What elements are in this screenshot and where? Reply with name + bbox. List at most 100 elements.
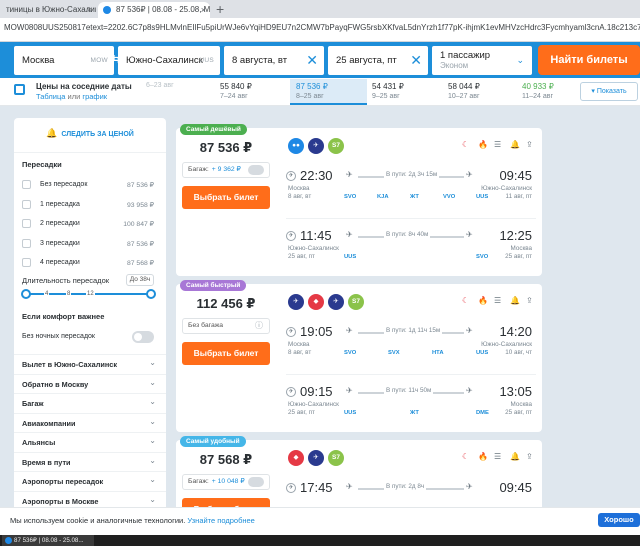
slider-handle-max[interactable] bbox=[146, 289, 156, 299]
bell-icon[interactable]: 🔔 bbox=[510, 140, 520, 149]
filter-section-title: Время в пути bbox=[22, 457, 71, 467]
baggage-label: Багаж: bbox=[188, 166, 209, 173]
origin-field[interactable]: Москва MOW bbox=[14, 46, 114, 75]
taskbar-item[interactable]: 87 536₽ | 08.08 - 25.08... bbox=[2, 535, 94, 546]
choose-ticket-button[interactable]: Выбрать билет bbox=[182, 342, 270, 365]
choose-ticket-button[interactable]: Выбрать билет bbox=[182, 186, 270, 209]
depart-date-field[interactable]: 8 августа, вт ✕ bbox=[224, 46, 324, 75]
date-option[interactable]: 58 044 ₽ 10–27 авг bbox=[442, 79, 519, 105]
moon-icon[interactable]: ☾ bbox=[462, 296, 469, 305]
clear-icon[interactable]: ✕ bbox=[306, 52, 318, 69]
no-night-stops-toggle[interactable] bbox=[132, 331, 154, 343]
date-price: 58 044 ₽ bbox=[448, 82, 480, 91]
cookie-ok-button[interactable]: Хорошо bbox=[598, 513, 640, 527]
list-icon[interactable]: ☰ bbox=[494, 140, 501, 149]
date-range: 7–24 авг bbox=[220, 93, 248, 100]
browser-tab-1[interactable]: тиницы в Южно-Сахалинск× bbox=[0, 2, 96, 18]
filter-section[interactable]: Аэропорты в Москве ⌄ bbox=[14, 490, 166, 509]
browser-tab-active[interactable]: 87 536₽ | 08.08 - 25.08, MOW× bbox=[98, 2, 210, 18]
takeoff-icon: ✈ bbox=[346, 326, 353, 335]
share-icon[interactable]: ⇪ bbox=[526, 452, 533, 461]
new-tab-button[interactable]: + bbox=[216, 1, 224, 17]
subscribe-price-button[interactable]: 🔔 СЛЕДИТЬ ЗА ЦЕНОЙ bbox=[24, 122, 156, 144]
baggage-option[interactable]: Багаж: + 9 362 ₽ bbox=[182, 162, 270, 178]
date-option[interactable]: 6–23 авг bbox=[140, 79, 217, 105]
departure-date: 8 авг, вт bbox=[288, 349, 312, 356]
stops-label: 1 пересадка bbox=[40, 200, 80, 208]
browser-tabstrip bbox=[0, 0, 640, 18]
date-range: 6–23 авг bbox=[146, 82, 174, 89]
flame-icon[interactable]: 🔥 bbox=[478, 452, 488, 461]
stops-checkbox[interactable] bbox=[22, 219, 31, 228]
flame-icon[interactable]: 🔥 bbox=[478, 140, 488, 149]
nearby-dates-title: Цены на соседние даты bbox=[36, 82, 132, 91]
tab-title: 87 536₽ | 08.08 - 25.08, MOW bbox=[116, 5, 210, 14]
close-tab-icon[interactable]: × bbox=[87, 2, 92, 18]
baggage-option[interactable]: Багаж: + 10 048 ₽ bbox=[182, 474, 270, 490]
departure-date: 25 авг, пт bbox=[288, 253, 315, 260]
filter-section[interactable]: Авиакомпании ⌄ bbox=[14, 412, 166, 431]
destination-value: Южно-Сахалинск bbox=[126, 55, 203, 66]
airport-code: SVX bbox=[388, 350, 400, 356]
find-tickets-button[interactable]: Найти билеты bbox=[538, 45, 640, 75]
slider-handle-min[interactable] bbox=[21, 289, 31, 299]
bell-icon[interactable]: 🔔 bbox=[510, 452, 520, 461]
stops-price: 87 536 ₽ bbox=[126, 240, 154, 248]
flight-duration: В пути: 2д 8ч bbox=[384, 483, 427, 490]
baggage-toggle[interactable] bbox=[248, 165, 264, 175]
stops-checkbox[interactable] bbox=[22, 199, 31, 209]
moon-icon[interactable]: ☾ bbox=[462, 452, 469, 461]
return-date-field[interactable]: 25 августа, пт ✕ bbox=[328, 46, 428, 75]
moon-icon[interactable]: ☾ bbox=[462, 140, 469, 149]
share-icon[interactable]: ⇪ bbox=[526, 296, 533, 305]
chevron-down-icon: ⌄ bbox=[149, 397, 156, 406]
table-link[interactable]: Таблица bbox=[36, 92, 65, 101]
show-dates-button[interactable]: ▾ Показать bbox=[580, 82, 638, 101]
stops-checkbox[interactable] bbox=[22, 258, 31, 267]
stops-checkbox[interactable] bbox=[22, 180, 31, 189]
list-icon[interactable]: ☰ bbox=[494, 452, 501, 461]
airport-code: SVO bbox=[476, 254, 489, 260]
stops-checkbox[interactable] bbox=[22, 238, 31, 248]
close-tab-icon[interactable]: × bbox=[201, 2, 206, 18]
clear-icon[interactable]: ✕ bbox=[410, 52, 422, 69]
chevron-down-icon: ⌄ bbox=[149, 455, 156, 465]
passengers-field[interactable]: 1 пассажир Эконом ⌄ bbox=[432, 46, 532, 75]
chevron-down-icon: ⌄ bbox=[149, 416, 156, 426]
bell-icon[interactable]: 🔔 bbox=[510, 296, 520, 305]
stops-label: 4 пересадки bbox=[40, 259, 80, 266]
filter-section[interactable]: Время в пути ⌄ bbox=[14, 451, 166, 470]
filter-section[interactable]: Багаж ⌄ bbox=[14, 393, 166, 411]
share-icon[interactable]: ⇪ bbox=[526, 140, 533, 149]
arrival-city: Южно-Сахалинск bbox=[481, 185, 532, 192]
date-option[interactable]: 87 536 ₽ 8–25 авг bbox=[290, 79, 367, 105]
stops-label: 3 пересадки bbox=[40, 239, 80, 247]
date-option[interactable]: 55 840 ₽ 7–24 авг bbox=[214, 79, 291, 105]
flame-icon[interactable]: 🔥 bbox=[478, 296, 488, 305]
graph-link[interactable]: график bbox=[82, 92, 107, 101]
stops-price: 93 958 ₽ bbox=[126, 201, 154, 209]
departure-time: 09:15 bbox=[300, 384, 333, 399]
baggage-option[interactable]: Без багажа ⓘ bbox=[182, 318, 270, 334]
filter-section[interactable]: Аэропорты пересадок ⌄ bbox=[14, 471, 166, 489]
ticket-price: 112 456 ₽ bbox=[196, 296, 256, 311]
departure-city: Москва bbox=[288, 185, 310, 192]
bell-icon: 🔔 bbox=[46, 128, 58, 138]
slider-tick: 12 bbox=[86, 291, 95, 297]
baggage-toggle[interactable] bbox=[248, 477, 264, 487]
filter-section[interactable]: Обратно в Москву ⌄ bbox=[14, 373, 166, 392]
cookie-more-link[interactable]: Узнайте подробнее bbox=[187, 516, 254, 525]
date-option[interactable]: 54 431 ₽ 9–25 авг bbox=[366, 79, 443, 105]
address-bar[interactable]: MOW0808UUS250817etext=2202.6C7p8s9HLMvln… bbox=[0, 18, 640, 42]
filter-section[interactable]: Альянсы ⌄ bbox=[14, 432, 166, 450]
url-text: MOW0808UUS250817etext=2202.6C7p8s9HLMvln… bbox=[4, 23, 640, 32]
destination-field[interactable]: Южно-Сахалинск UUS bbox=[118, 46, 220, 75]
airport-code: НТА bbox=[432, 350, 444, 356]
filter-section[interactable]: Вылет в Южно-Сахалинск ⌄ bbox=[14, 354, 166, 372]
stops-price: 87 568 ₽ bbox=[126, 260, 154, 267]
departure-time: 19:05 bbox=[300, 324, 333, 339]
airline-logo-icon: ✈ bbox=[328, 294, 344, 310]
date-price: 55 840 ₽ bbox=[220, 82, 252, 91]
departure-time: 17:45 bbox=[300, 480, 333, 495]
list-icon[interactable]: ☰ bbox=[494, 296, 501, 305]
